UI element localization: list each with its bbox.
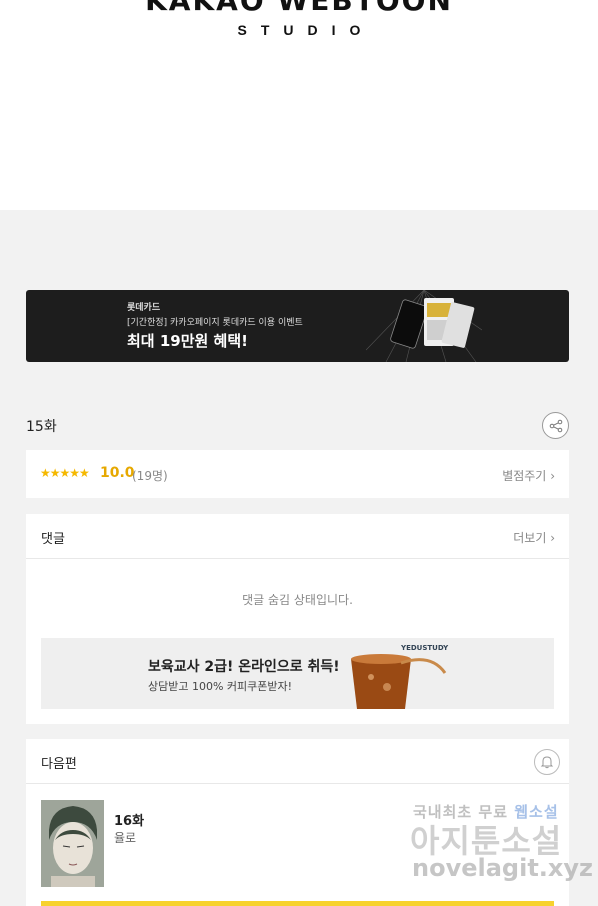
promo-banner[interactable]: 롯데카드 [기간한정] 카카오페이지 롯데카드 이용 이벤트 최대 19만원 혜… xyxy=(26,290,569,362)
next-title: 다음편 xyxy=(41,757,77,772)
next-episode-button[interactable] xyxy=(41,901,554,906)
next-episode-number[interactable]: 16화 xyxy=(114,810,144,829)
chevron-right-icon: › xyxy=(550,531,555,545)
comments-more-button[interactable]: 더보기 › xyxy=(513,529,555,546)
rating-score: 10.0 xyxy=(100,465,135,481)
logo-sub: STUDIO xyxy=(237,22,375,38)
next-episode-thumbnail[interactable] xyxy=(41,800,104,887)
rate-button[interactable]: 별점주기 › xyxy=(502,467,555,484)
watermark: 국내최초 무료 웹소설 아지툰소설 novelagit.xyz xyxy=(410,798,593,888)
comments-title: 댓글 xyxy=(41,532,65,547)
star-rating-icon: ★★★★★ xyxy=(40,466,90,480)
share-icon xyxy=(549,419,562,432)
logo-main: KAKAO WEBTOON xyxy=(145,0,453,17)
coffee-cup-icon xyxy=(351,654,447,709)
banner-headline: 최대 19만원 혜택! xyxy=(127,332,248,350)
watermark-line3: novelagit.xyz xyxy=(412,854,594,882)
comments-panel: 댓글 더보기 › 댓글 숨김 상태입니다. 보육교사 2급! 온라인으로 취득!… xyxy=(26,514,569,724)
comments-hidden-message: 댓글 숨김 상태입니다. xyxy=(242,593,353,607)
chevron-right-icon: › xyxy=(550,469,555,483)
banner-desc: [기간한정] 카카오페이지 롯데카드 이용 이벤트 xyxy=(127,318,303,328)
rate-label: 별점주기 xyxy=(502,469,547,483)
next-header: 다음편 xyxy=(26,739,569,784)
ad-brand: YEDUSTUDY xyxy=(401,644,449,652)
ad-banner[interactable]: 보육교사 2급! 온라인으로 취득! 상담받고 100% 커피쿠폰받자! YED… xyxy=(41,638,554,709)
card-graphic-icon xyxy=(366,290,482,362)
thumbnail-image xyxy=(41,800,104,887)
rating-count: (19명) xyxy=(132,469,168,483)
more-label: 더보기 xyxy=(513,531,547,545)
episode-title: 15화 xyxy=(26,419,57,435)
banner-brand: 롯데카드 xyxy=(127,303,161,313)
rating-panel: ★★★★★ 10.0 (19명) 별점주기 › xyxy=(26,450,569,498)
header-area: KAKAO WEBTOON STUDIO xyxy=(0,0,598,210)
ad-subtitle: 상담받고 100% 커피쿠폰받자! xyxy=(148,680,293,693)
notify-button[interactable] xyxy=(534,749,560,775)
ad-title: 보육교사 2급! 온라인으로 취득! xyxy=(148,659,340,675)
next-episode-name: 율로 xyxy=(114,831,137,845)
comments-header: 댓글 더보기 › xyxy=(26,514,569,559)
bell-icon xyxy=(540,756,554,769)
share-button[interactable] xyxy=(542,412,569,439)
